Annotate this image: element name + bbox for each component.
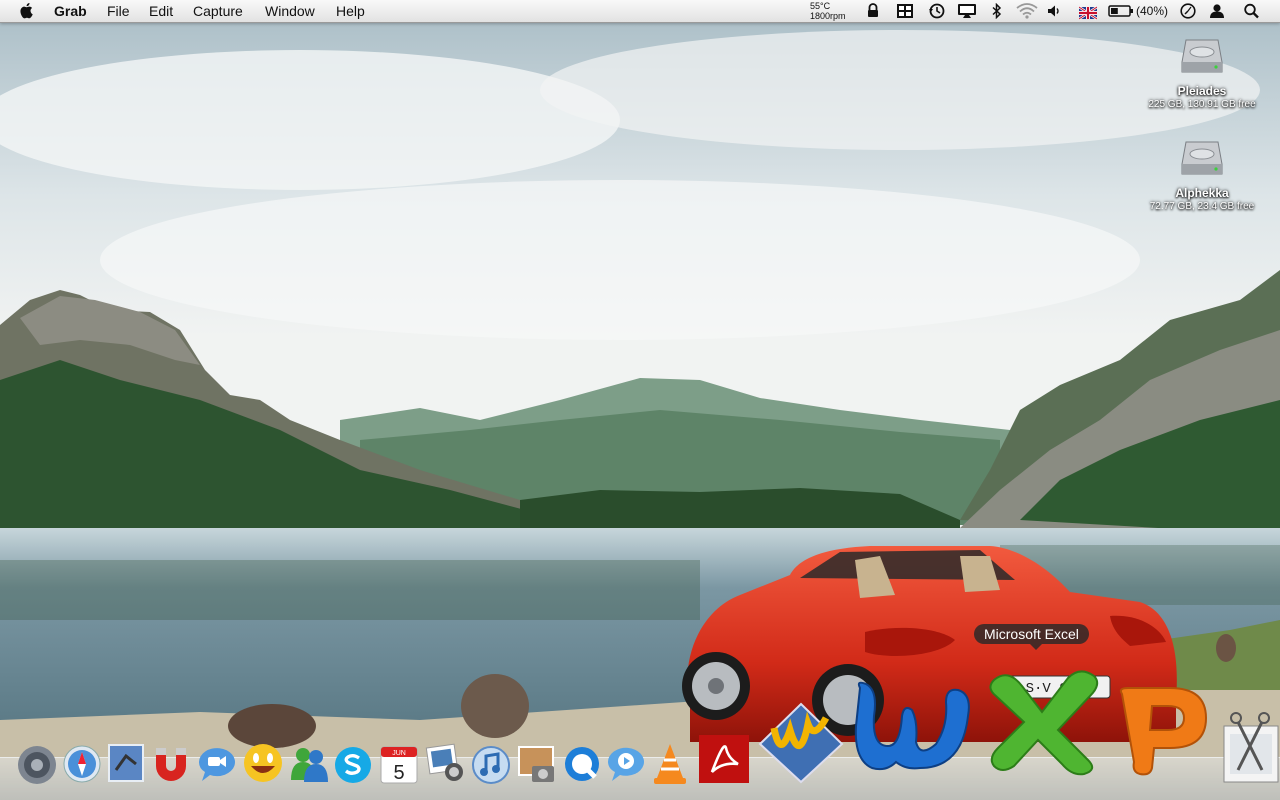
safari-icon[interactable] [62, 744, 102, 784]
powerpoint-icon[interactable] [1114, 684, 1210, 778]
ichat-icon[interactable] [196, 744, 238, 784]
apple-menu-icon[interactable] [14, 0, 40, 22]
battery-percent[interactable]: (40%) [1136, 0, 1168, 22]
menu-edit[interactable]: Edit [149, 0, 173, 22]
menu-file[interactable]: File [107, 0, 130, 22]
bluetooth-icon[interactable] [991, 0, 1003, 22]
windows-icon[interactable] [896, 0, 914, 22]
skype-icon[interactable] [332, 744, 374, 786]
acrobat-icon[interactable] [698, 734, 750, 784]
remote-icon[interactable] [604, 744, 648, 786]
image-capture-icon[interactable] [516, 744, 558, 786]
grab-icon[interactable] [1222, 712, 1280, 784]
app-menu-grab[interactable]: Grab [54, 0, 87, 22]
battery-icon[interactable] [1108, 0, 1134, 22]
menu-capture[interactable]: Capture [193, 0, 243, 22]
volume-icon[interactable] [1046, 0, 1062, 22]
messenger-icon[interactable] [288, 744, 330, 784]
iphoto-icon[interactable] [424, 742, 466, 784]
drive-capacity: 72.77 GB, 23.4 GB free [1149, 201, 1255, 212]
vlc-icon[interactable] [650, 742, 690, 786]
ical-month: JUN [392, 750, 406, 757]
spotlight-icon[interactable] [1243, 0, 1261, 22]
temperature-text: 55°C [810, 1, 831, 11]
drive-name: Alphekka [1175, 186, 1229, 200]
uk-flag-icon[interactable] [1079, 0, 1097, 22]
drive-pleiades[interactable]: Pleiades 225 GB, 130.91 GB free [1127, 32, 1277, 110]
itunes-icon[interactable] [470, 744, 512, 786]
user-icon[interactable] [1208, 0, 1226, 22]
menu-help[interactable]: Help [336, 0, 365, 22]
system-preferences-icon[interactable] [16, 744, 58, 786]
time-machine-icon[interactable] [928, 0, 946, 22]
drive-capacity: 225 GB, 130.91 GB free [1148, 99, 1256, 110]
desktop[interactable]: S·V 909 Grab File Edit Capture Window He… [0, 0, 1280, 800]
wifi-icon[interactable] [1016, 0, 1038, 22]
excel-icon[interactable] [984, 666, 1114, 776]
quicktime-icon[interactable] [562, 744, 604, 786]
textwrangler-icon[interactable] [756, 700, 846, 784]
lock-icon[interactable] [866, 0, 880, 22]
mail-icon[interactable] [106, 742, 146, 784]
drive-alphekka[interactable]: Alphekka 72.77 GB, 23.4 GB free [1127, 134, 1277, 212]
display-icon[interactable] [957, 0, 977, 22]
temperature-fan-readout[interactable]: 55°C 1800rpm [810, 1, 854, 23]
menu-bar: Grab File Edit Capture Window Help 55°C … [0, 0, 1280, 23]
menu-window[interactable]: Window [265, 0, 315, 22]
adium-icon[interactable] [242, 742, 284, 784]
dock-tooltip: Microsoft Excel [974, 624, 1089, 650]
magnet-icon[interactable] [150, 744, 192, 784]
hard-drive-icon [1181, 39, 1223, 73]
clock-icon[interactable] [1179, 0, 1197, 22]
ical-icon[interactable]: JUN 5 [378, 744, 420, 786]
word-icon[interactable] [850, 676, 978, 780]
ical-day: 5 [393, 762, 404, 784]
drive-name: Pleiades [1177, 84, 1227, 98]
fan-speed-text: 1800rpm [810, 11, 846, 21]
hard-drive-icon [1181, 141, 1223, 175]
